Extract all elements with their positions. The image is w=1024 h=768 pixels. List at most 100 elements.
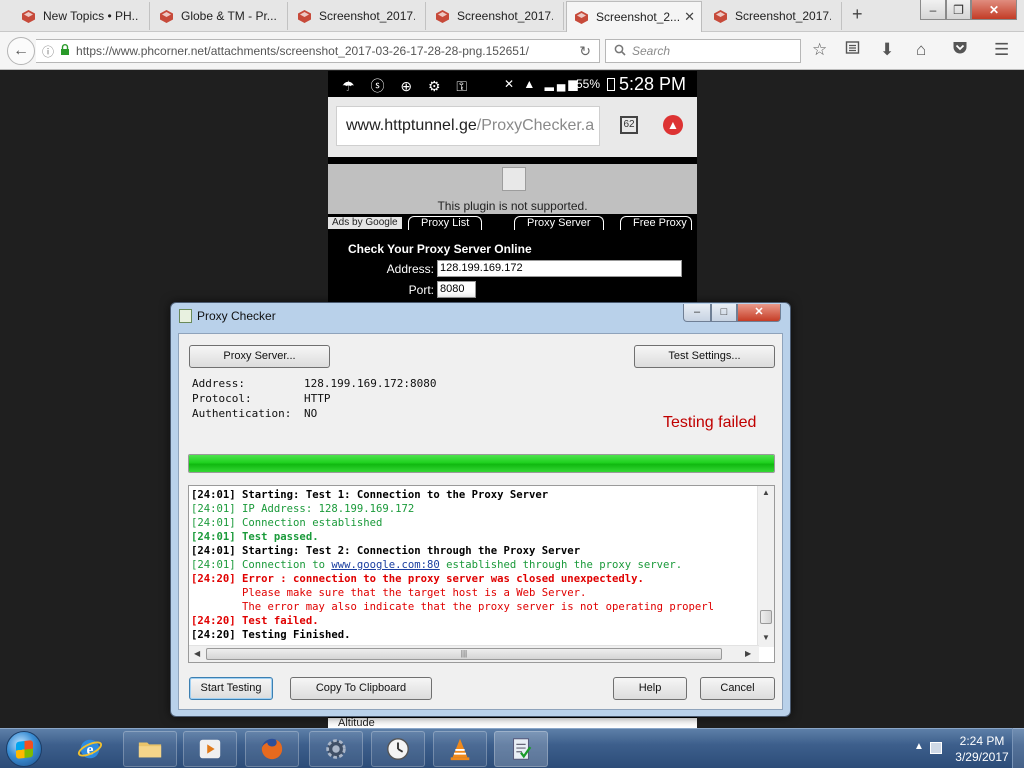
browser-tab-label: Globe & TM - Pr... bbox=[181, 9, 277, 23]
log-vertical-scrollbar[interactable]: ▲ ▼ bbox=[757, 486, 774, 647]
log-timestamp: [24:20] bbox=[191, 573, 236, 585]
log-message-tail: established through the proxy server. bbox=[439, 559, 683, 571]
address-label: Address: bbox=[192, 377, 245, 390]
address-bar[interactable]: ⓘ https://www.phcorner.net/attachments/s… bbox=[36, 39, 600, 63]
dialog-minimize-button[interactable]: ‒ bbox=[683, 304, 711, 322]
search-icon bbox=[614, 44, 626, 59]
scroll-down-arrow-icon[interactable]: ▼ bbox=[762, 633, 770, 642]
home-icon[interactable]: ⌂ bbox=[916, 40, 926, 60]
dialog-maximize-button[interactable]: □ bbox=[711, 304, 737, 322]
download-arrow-icon[interactable]: ⬇ bbox=[880, 40, 894, 60]
taskbar-internet-explorer[interactable]: e bbox=[63, 731, 117, 767]
log-timestamp: [24:01] bbox=[191, 545, 236, 557]
browser-tab-label: New Topics • PH... bbox=[43, 9, 139, 23]
proxy-server-button[interactable]: Proxy Server... bbox=[189, 345, 330, 368]
log-message: Testing Finished. bbox=[235, 629, 351, 641]
browser-tab[interactable]: Screenshot_2017... bbox=[290, 2, 426, 30]
internet-explorer-icon: e bbox=[77, 739, 103, 759]
new-tab-plus-icon[interactable]: + bbox=[852, 4, 863, 25]
taskbar-vlc[interactable] bbox=[433, 731, 487, 767]
phone-divider bbox=[328, 157, 697, 164]
log-timestamp: [24:01] bbox=[191, 503, 236, 515]
taskbar-settings-app[interactable] bbox=[309, 731, 363, 767]
browser-tab-label: Screenshot_2017... bbox=[457, 9, 553, 23]
windows-taskbar: e ▲ 2:24 PM 3/29/2017 bbox=[0, 728, 1024, 768]
proxy-checker-app-icon bbox=[179, 309, 192, 323]
log-link[interactable]: www.google.com:80 bbox=[331, 559, 439, 571]
start-button[interactable] bbox=[6, 731, 42, 767]
bookmark-star-icon[interactable]: ☆ bbox=[812, 40, 827, 60]
horizontal-scroll-thumb[interactable]: ||| bbox=[206, 648, 722, 660]
pocket-icon[interactable] bbox=[952, 40, 968, 60]
hamburger-menu-icon[interactable]: ☰ bbox=[994, 40, 1009, 60]
search-input[interactable]: Search bbox=[605, 39, 801, 63]
scroll-left-arrow-icon[interactable]: ◀ bbox=[194, 649, 200, 658]
taskbar-media-player[interactable] bbox=[183, 731, 237, 767]
scroll-right-arrow-icon[interactable]: ▶ bbox=[745, 649, 751, 658]
browser-tab[interactable]: Globe & TM - Pr... bbox=[152, 2, 288, 30]
search-placeholder: Search bbox=[632, 44, 671, 58]
dialog-title-bar[interactable]: Proxy Checker ‒ □ ✕ bbox=[171, 303, 790, 329]
taskbar-proxy-checker[interactable] bbox=[494, 731, 548, 767]
phone-time: 5:28 PM bbox=[619, 74, 687, 94]
window-minimize-button[interactable]: ‒ bbox=[920, 0, 946, 20]
clock-icon bbox=[387, 738, 409, 760]
help-button[interactable]: Help bbox=[613, 677, 687, 700]
vertical-scroll-thumb[interactable] bbox=[760, 610, 772, 624]
test-settings-button[interactable]: Test Settings... bbox=[634, 345, 775, 368]
site-favicon-icon bbox=[298, 9, 311, 23]
browser-tab[interactable]: New Topics • PH... bbox=[14, 2, 150, 30]
phone-url-field: www.httptunnel.ge/ProxyChecker.a bbox=[336, 106, 600, 146]
log-timestamp: [24:01] bbox=[191, 517, 236, 529]
window-close-button[interactable]: ✕ bbox=[971, 0, 1017, 20]
copy-to-clipboard-button[interactable]: Copy To Clipboard bbox=[290, 677, 432, 700]
log-lines: [24:01] Starting: Test 1: Connection to … bbox=[191, 488, 757, 646]
protocol-label: Protocol: bbox=[192, 392, 252, 405]
firefox-icon bbox=[261, 738, 283, 760]
start-testing-button[interactable]: Start Testing bbox=[189, 677, 273, 700]
browser-tab-active[interactable]: Screenshot_2... ✕ bbox=[566, 1, 702, 32]
phone-tab-count: 62 bbox=[620, 116, 638, 134]
log-line: [24:20] Error : connection to the proxy … bbox=[191, 572, 757, 586]
taskbar-clock-app[interactable] bbox=[371, 731, 425, 767]
window-restore-button[interactable]: ❐ bbox=[946, 0, 971, 20]
phone-status-bar: ☂ ⓢ ⊕ ⚙ ⚿ ✕ ▲ ▂▄▆ 55% 5:28 PM bbox=[328, 71, 697, 97]
browser-tab[interactable]: Screenshot_2017... bbox=[706, 2, 842, 30]
signal-icon: ✕ ▲ ▂▄▆ bbox=[504, 77, 581, 91]
taskbar-clock[interactable]: 2:24 PM 3/29/2017 bbox=[952, 733, 1012, 765]
log-line: [24:01] Test passed. bbox=[191, 530, 757, 544]
site-favicon-icon bbox=[575, 10, 588, 24]
test-log: [24:01] Starting: Test 1: Connection to … bbox=[188, 485, 775, 663]
phone-url-path: /ProxyChecker.a bbox=[476, 117, 595, 134]
address-url-text: https://www.phcorner.net/attachments/scr… bbox=[76, 44, 529, 58]
phone-form-title: Check Your Proxy Server Online bbox=[348, 242, 532, 256]
show-hidden-icons-icon[interactable]: ▲ bbox=[914, 741, 924, 752]
browser-tab[interactable]: Screenshot_2017... bbox=[428, 2, 564, 30]
log-message: The error may also indicate that the pro… bbox=[191, 601, 714, 613]
taskbar-time: 2:24 PM bbox=[959, 734, 1005, 748]
log-message: Starting: Test 1: Connection to the Prox… bbox=[235, 489, 549, 501]
phone-menu-icon: ▲ bbox=[663, 115, 683, 135]
log-timestamp: [24:20] bbox=[191, 629, 236, 641]
show-desktop-button[interactable] bbox=[1012, 728, 1024, 768]
site-info-icon[interactable]: ⓘ bbox=[42, 43, 54, 60]
log-horizontal-scrollbar[interactable]: ◀ ||| ▶ bbox=[189, 645, 759, 662]
action-center-flag-icon[interactable] bbox=[930, 742, 942, 754]
test-progress-bar bbox=[188, 454, 775, 473]
bookmarks-library-icon[interactable] bbox=[845, 40, 860, 60]
back-arrow-icon[interactable]: ← bbox=[7, 37, 35, 65]
log-message: Starting: Test 2: Connection through the… bbox=[235, 545, 581, 557]
taskbar-file-explorer[interactable] bbox=[123, 731, 177, 767]
scroll-up-arrow-icon[interactable]: ▲ bbox=[762, 488, 770, 497]
tab-close-icon[interactable]: ✕ bbox=[684, 9, 695, 25]
log-message: Error : connection to the proxy server w… bbox=[235, 573, 644, 585]
authentication-label: Authentication: bbox=[192, 407, 292, 420]
dialog-close-button[interactable]: ✕ bbox=[737, 304, 781, 322]
taskbar-firefox[interactable] bbox=[245, 731, 299, 767]
test-progress-fill bbox=[189, 455, 774, 472]
reload-icon[interactable]: ↻ bbox=[579, 43, 591, 60]
phone-battery-text: 55% bbox=[576, 77, 601, 91]
address-value: 128.199.169.172:8080 bbox=[304, 377, 437, 390]
log-message: IP Address: 128.199.169.172 bbox=[235, 503, 415, 515]
cancel-button[interactable]: Cancel bbox=[700, 677, 775, 700]
